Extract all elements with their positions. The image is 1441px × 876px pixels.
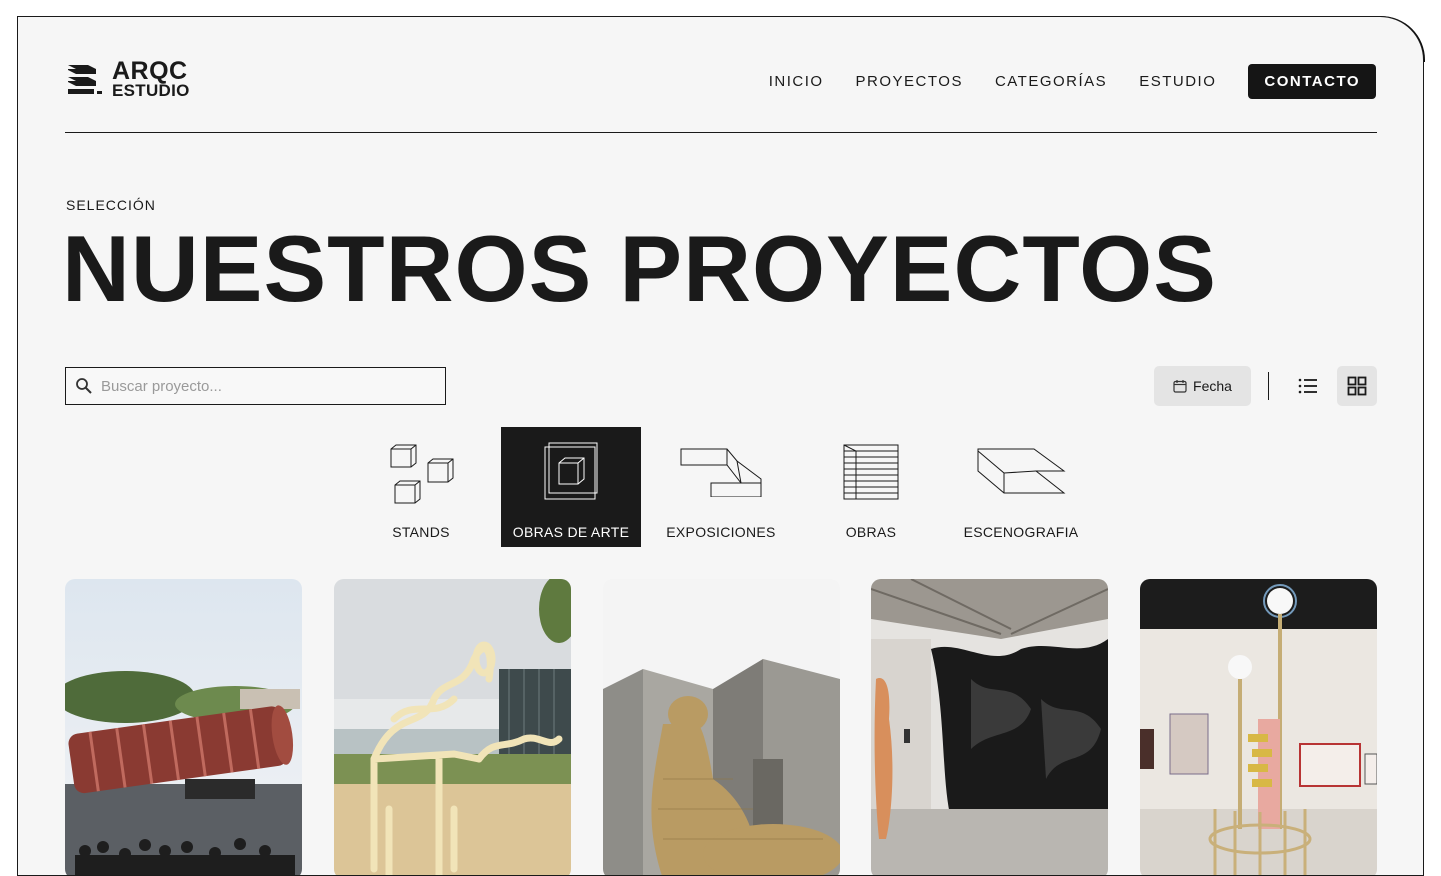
project-image — [1140, 579, 1377, 875]
category-filter: STANDS OBRAS DE ARTE EXPOSICIONES OBRAS … — [351, 427, 1101, 547]
nav-inicio[interactable]: INICIO — [769, 73, 824, 90]
category-exposiciones[interactable]: EXPOSICIONES — [651, 427, 791, 547]
header-divider — [65, 132, 1377, 133]
category-label: STANDS — [392, 524, 450, 540]
stacked-slabs-icon — [843, 444, 899, 500]
page-title: NUESTROS PROYECTOS — [62, 216, 1217, 321]
main-nav: INICIO PROYECTOS CATEGORÍAS ESTUDIO CONT… — [737, 64, 1376, 99]
category-obras[interactable]: OBRAS — [801, 427, 941, 547]
brand-logo[interactable]: ARQC ESTUDIO — [66, 59, 190, 99]
category-label: OBRAS — [845, 524, 897, 540]
search-icon — [76, 378, 92, 394]
grid-view-icon — [1347, 376, 1367, 396]
list-view-icon[interactable] — [1297, 375, 1319, 397]
project-image — [334, 579, 571, 875]
category-label: OBRAS DE ARTE — [512, 524, 630, 540]
project-image — [871, 579, 1108, 875]
project-card[interactable] — [65, 579, 302, 875]
cubes-icon — [390, 444, 454, 504]
logo-mark-icon — [68, 65, 102, 94]
nav-proyectos[interactable]: PROYECTOS — [856, 73, 963, 90]
nav-categorias[interactable]: CATEGORÍAS — [995, 73, 1107, 90]
category-stands[interactable]: STANDS — [351, 427, 491, 547]
search-input[interactable] — [99, 376, 423, 396]
project-card[interactable] — [871, 579, 1108, 875]
project-card[interactable] — [334, 579, 571, 875]
sort-date-button[interactable]: Fecha — [1154, 366, 1251, 406]
section-eyebrow: SELECCIÓN — [66, 197, 156, 213]
calendar-icon — [1173, 380, 1187, 393]
nav-estudio[interactable]: ESTUDIO — [1139, 73, 1216, 90]
category-obras-de-arte[interactable]: OBRAS DE ARTE — [501, 427, 641, 547]
category-escenografia[interactable]: ESCENOGRAFIA — [951, 427, 1091, 547]
grid-view-button[interactable] — [1337, 366, 1377, 406]
project-image — [65, 579, 302, 875]
category-label: EXPOSICIONES — [666, 524, 776, 540]
project-card[interactable] — [603, 579, 840, 875]
framed-cube-icon — [544, 442, 598, 500]
project-image — [603, 579, 840, 875]
search-box — [65, 367, 446, 405]
category-label: ESCENOGRAFIA — [963, 524, 1079, 540]
stage-platform-icon — [977, 448, 1066, 494]
brand-subname: ESTUDIO — [112, 81, 190, 100]
contact-button[interactable]: CONTACTO — [1248, 64, 1376, 99]
sort-label: Fecha — [1193, 378, 1232, 394]
step-panel-icon — [680, 448, 762, 497]
project-card[interactable] — [1140, 579, 1377, 875]
page-frame: ARQC ESTUDIO INICIO PROYECTOS CATEGORÍAS… — [17, 16, 1424, 876]
toolbar-divider — [1268, 372, 1269, 400]
